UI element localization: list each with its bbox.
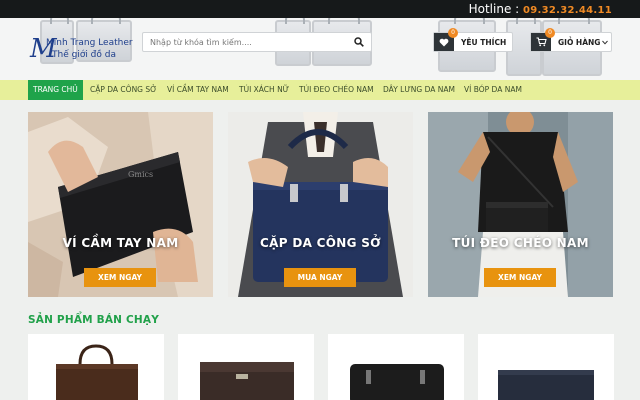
nav-item-office-briefcases[interactable]: Cặp da công sở [85,80,162,100]
wishlist-count-badge: 0 [448,28,458,38]
cart-label: GIỎ HÀNG [558,38,601,47]
cart-button[interactable]: 0 GIỎ HÀNG [530,28,612,52]
hotline-label: Hotline : [468,2,520,16]
nav-item-mens-crossbody[interactable]: Túi đeo chéo nam [294,80,379,100]
nav-item-mens-wallets[interactable]: Ví bóp da nam [459,80,527,100]
hotline-number[interactable]: 09.32.32.44.11 [523,5,612,16]
banner-clutch[interactable]: Gmics VÍ CẦM TAY NAM XEM NGAY [28,112,213,297]
svg-text:Gmics: Gmics [128,170,153,179]
cart-count-badge: 0 [545,28,555,38]
nav-item-womens-handbags[interactable]: Túi xách nữ [234,80,294,100]
hotline[interactable]: Hotline : 09.32.32.44.11 [469,1,612,19]
banner-crossbody[interactable]: TÚI ĐEO CHÉO NAM XEM NGAY [428,112,613,297]
site-logo[interactable]: M Minh Trang Leather Thế giới đồ da [30,34,140,68]
banner-title: CẶP DA CÔNG SỞ [260,236,381,250]
top-bar: Hotline : 09.32.32.44.11 [0,0,640,18]
nav-item-mens-clutches[interactable]: Ví cầm tay nam [162,80,234,100]
nav-item-mens-belts[interactable]: Dây lưng da nam [378,80,460,100]
best-sellers-title: SẢN PHẨM BÁN CHẠY [28,314,160,326]
banner-cta-button[interactable]: XEM NGAY [484,268,556,287]
cart-icon [536,37,547,47]
product-card[interactable] [328,334,464,400]
product-image [200,362,294,400]
search-input[interactable] [143,33,347,51]
banner-cta-button[interactable]: XEM NGAY [84,268,156,287]
banner-cta-button[interactable]: MUA NGAY [284,268,356,287]
product-image [498,370,594,400]
logo-tagline: Thế giới đồ da [52,50,116,60]
banner-title: VÍ CẦM TAY NAM [62,236,179,250]
product-card[interactable] [178,334,314,400]
product-image [56,344,138,400]
search-button[interactable] [347,33,371,51]
wishlist-button[interactable]: 0 YÊU THÍCH [433,28,513,52]
banner-title: TÚI ĐEO CHÉO NAM [452,236,589,250]
wishlist-label: YÊU THÍCH [461,38,507,47]
search-box [142,32,372,52]
product-card[interactable] [478,334,614,400]
nav-item-home[interactable]: Trang chủ [28,80,83,100]
logo-brand-name: Minh Trang Leather [46,38,133,48]
search-icon [354,37,364,47]
chevron-down-icon [602,40,608,45]
product-card[interactable] [28,334,164,400]
banner-briefcase[interactable]: CẶP DA CÔNG SỞ MUA NGAY [228,112,413,297]
heart-icon [439,38,449,46]
product-image [350,364,444,400]
main-nav: Trang chủ Cặp da công sở Ví cầm tay nam … [0,80,640,100]
